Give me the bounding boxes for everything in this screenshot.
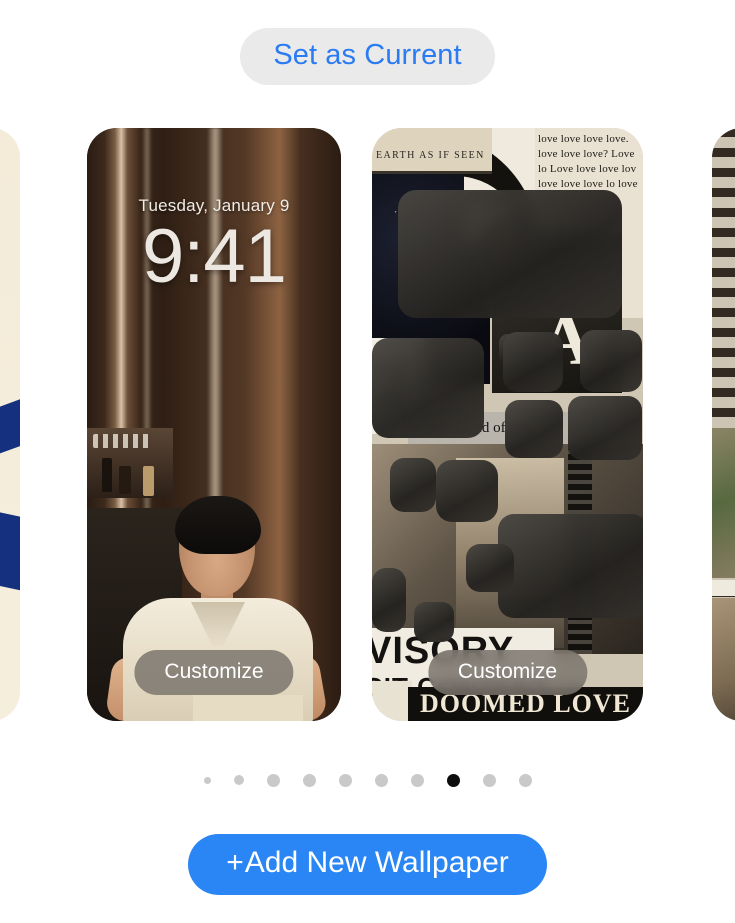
- set-as-current-container: Set as Current: [0, 28, 735, 85]
- wallpaper-picker-screen: Set as Current Tuesday, January 9 9:41 C…: [0, 0, 735, 923]
- wallpaper-card-peek-left[interactable]: [0, 128, 20, 721]
- peek-right-caption-strip: [712, 580, 735, 596]
- lock-screen-time: 9:41: [142, 214, 287, 299]
- pagination-dot-1[interactable]: [233, 775, 244, 785]
- redacted-box-a: [372, 338, 484, 438]
- redacted-box-main: [398, 190, 622, 318]
- photo-person-hair: [175, 496, 261, 554]
- pagination-dot-2[interactable]: [266, 773, 280, 787]
- collage-earth-clipping: EARTH AS IF SEEN: [372, 128, 492, 174]
- peek-left-shape-upper: [0, 397, 20, 463]
- photo-hanging-glasses: [93, 434, 151, 448]
- pagination-dots[interactable]: [0, 770, 735, 790]
- pagination-dot-8[interactable]: [482, 773, 496, 787]
- redacted-box-k: [372, 568, 406, 632]
- collage-earth-text: EARTH AS IF SEEN: [376, 150, 485, 161]
- redacted-box-h: [436, 460, 498, 522]
- pagination-dot-6[interactable]: [410, 773, 424, 787]
- photo-bottle-c: [143, 466, 154, 496]
- add-wallpaper-container: + Add New Wallpaper: [0, 834, 735, 895]
- redacted-box-j: [466, 544, 514, 592]
- redacted-box-l: [414, 602, 454, 642]
- wallpaper-carousel[interactable]: Tuesday, January 9 9:41 Customize EARTH …: [0, 128, 735, 723]
- add-new-wallpaper-label: Add New Wallpaper: [244, 846, 509, 879]
- wallpaper-card-collage[interactable]: EARTH AS IF SEEN love love love love. lo…: [372, 128, 643, 721]
- photo-table: [193, 695, 303, 721]
- peek-right-photo-lower: [712, 598, 735, 721]
- redacted-box-e: [505, 400, 563, 458]
- pagination-dot-7[interactable]: [446, 773, 460, 787]
- pagination-dot-4[interactable]: [338, 773, 352, 787]
- add-new-wallpaper-button[interactable]: + Add New Wallpaper: [188, 834, 547, 895]
- set-as-current-button[interactable]: Set as Current: [240, 28, 495, 85]
- redacted-box-d: [580, 330, 642, 392]
- redacted-box-g: [390, 458, 436, 512]
- pagination-dot-3[interactable]: [302, 773, 316, 787]
- pagination-dot-9[interactable]: [518, 773, 532, 787]
- wallpaper-card-peek-right[interactable]: [712, 128, 735, 721]
- wallpaper-card-photo[interactable]: Tuesday, January 9 9:41 Customize: [87, 128, 341, 721]
- pagination-dot-0[interactable]: [203, 776, 211, 784]
- redacted-box-i: [498, 514, 643, 618]
- redacted-box-f: [568, 396, 642, 460]
- photo-bottle-a: [102, 458, 112, 492]
- peek-right-photo-upper: [712, 428, 735, 578]
- photo-bottle-b: [119, 466, 131, 494]
- customize-button-photo[interactable]: Customize: [134, 650, 294, 695]
- plus-icon: +: [226, 846, 244, 879]
- peek-left-shape-lower: [0, 507, 20, 591]
- customize-button-collage[interactable]: Customize: [427, 650, 588, 695]
- redacted-box-c: [503, 332, 563, 392]
- pagination-dot-5[interactable]: [374, 773, 388, 787]
- collage-bottom-left-patch: [372, 681, 412, 721]
